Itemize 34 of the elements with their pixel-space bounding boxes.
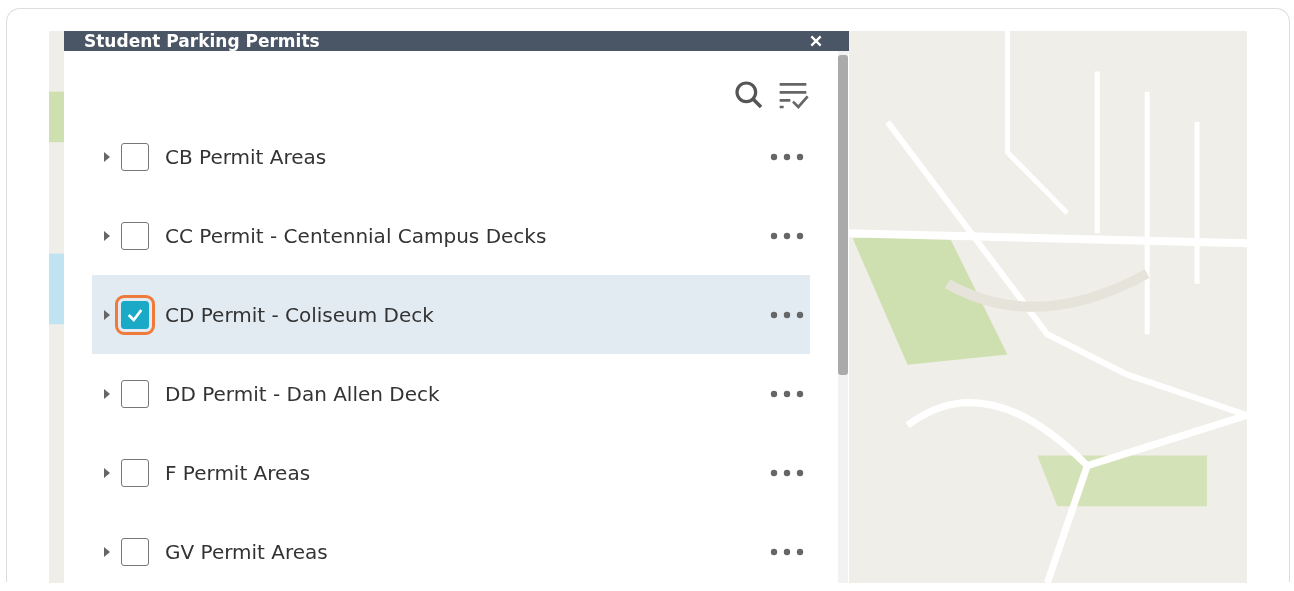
- layer-row[interactable]: CB Permit Areas: [92, 117, 810, 196]
- layer-label: CB Permit Areas: [165, 144, 328, 169]
- more-options-icon[interactable]: [770, 468, 804, 477]
- layer-row[interactable]: CD Permit - Coliseum Deck: [92, 275, 810, 354]
- layer-row[interactable]: F Permit Areas: [92, 433, 810, 512]
- expand-caret-icon[interactable]: [104, 388, 110, 399]
- more-options-icon[interactable]: [770, 152, 804, 161]
- panel-title: Student Parking Permits: [84, 31, 320, 51]
- scrollbar[interactable]: [838, 51, 848, 583]
- more-options-icon[interactable]: [770, 389, 804, 398]
- expand-caret-icon[interactable]: [104, 467, 110, 478]
- layer-checkbox[interactable]: [121, 537, 149, 566]
- layer-label: F Permit Areas: [165, 460, 312, 485]
- layer-row[interactable]: DD Permit - Dan Allen Deck: [92, 354, 810, 433]
- layer-row[interactable]: GV Permit Areas: [92, 512, 810, 583]
- layer-checkbox[interactable]: [121, 458, 149, 487]
- expand-caret-icon[interactable]: [104, 309, 110, 320]
- layer-label: CC Permit - Centennial Campus Decks: [165, 223, 548, 248]
- expand-caret-icon[interactable]: [104, 151, 110, 162]
- layer-label: CD Permit - Coliseum Deck: [165, 302, 435, 327]
- expand-caret-icon[interactable]: [104, 546, 110, 557]
- more-options-icon[interactable]: [770, 547, 804, 556]
- layer-checkbox[interactable]: [121, 300, 149, 329]
- search-icon[interactable]: [733, 79, 765, 111]
- layer-label: GV Permit Areas: [165, 539, 329, 564]
- layer-checkbox[interactable]: [121, 221, 149, 250]
- expand-caret-icon[interactable]: [104, 230, 110, 241]
- layer-checkbox[interactable]: [121, 142, 149, 171]
- more-options-icon[interactable]: [770, 310, 804, 319]
- layer-checkbox[interactable]: [121, 379, 149, 408]
- close-icon[interactable]: [809, 34, 823, 48]
- layer-row[interactable]: CC Permit - Centennial Campus Decks: [92, 196, 810, 275]
- more-options-icon[interactable]: [770, 231, 804, 240]
- layer-label: DD Permit - Dan Allen Deck: [165, 381, 441, 406]
